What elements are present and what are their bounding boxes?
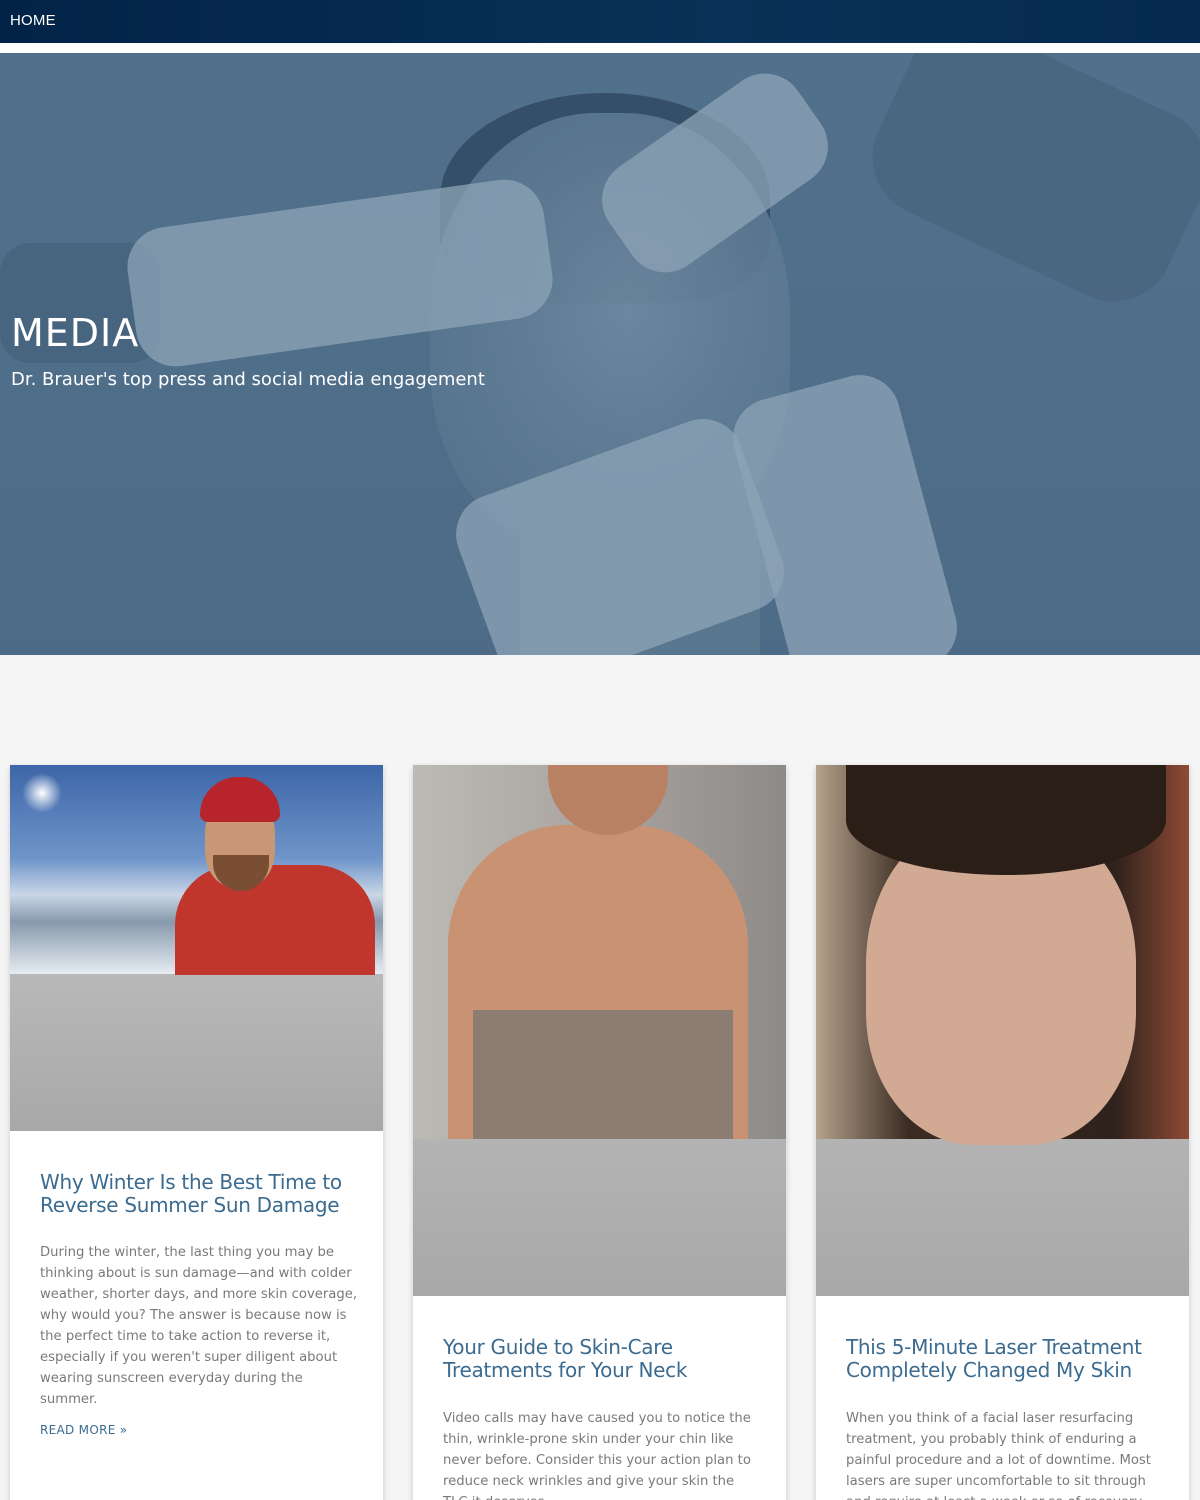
hero-subtitle: Dr. Brauer's top press and social media …	[11, 369, 485, 390]
hero-title: MEDIA	[11, 311, 140, 355]
hair	[846, 765, 1166, 875]
hero-banner: MEDIA Dr. Brauer's top press and social …	[0, 53, 1200, 655]
article-title[interactable]: Why Winter Is the Best Time to Reverse S…	[40, 1171, 360, 1217]
article-excerpt: Video calls may have caused you to notic…	[443, 1411, 751, 1500]
hero-overlay	[0, 53, 1200, 655]
skier-figure	[175, 775, 375, 975]
towel	[473, 1010, 733, 1139]
read-more-link[interactable]: READ MORE »	[40, 1423, 127, 1437]
article-excerpt: During the winter, the last thing you ma…	[40, 1245, 358, 1407]
jacket	[175, 865, 375, 975]
article-image-frame[interactable]	[413, 765, 786, 1296]
article-title[interactable]: This 5-Minute Laser Treatment Completely…	[846, 1336, 1166, 1382]
article-thumbnail[interactable]	[10, 765, 383, 975]
nav-home-link[interactable]: HOME	[10, 12, 56, 29]
article-excerpt: When you think of a facial laser resurfa…	[846, 1411, 1151, 1500]
article-image-frame[interactable]	[10, 765, 383, 1131]
article-card: This 5-Minute Laser Treatment Completely…	[816, 765, 1189, 1500]
article-thumbnail[interactable]	[816, 765, 1189, 1145]
top-nav-bar: HOME	[0, 0, 1200, 43]
article-thumbnail[interactable]	[413, 765, 786, 1139]
article-card: Your Guide to Skin-Care Treatments for Y…	[413, 765, 786, 1500]
article-image-frame[interactable]	[816, 765, 1189, 1296]
nav-spacer	[0, 43, 1200, 53]
article-title[interactable]: Your Guide to Skin-Care Treatments for Y…	[443, 1336, 763, 1382]
article-card: Why Winter Is the Best Time to Reverse S…	[10, 765, 383, 1500]
sun-glare	[22, 773, 62, 813]
hat	[200, 777, 280, 822]
